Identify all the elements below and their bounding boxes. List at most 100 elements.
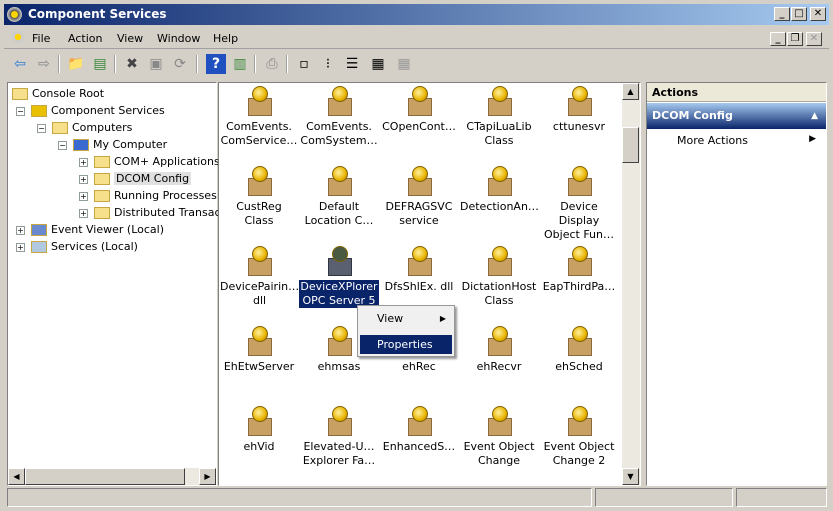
- tree-node-services-local-[interactable]: + Services (Local): [16, 239, 138, 256]
- tree-node-computers[interactable]: − Computers: [37, 120, 132, 137]
- scroll-down-button[interactable]: ▼: [622, 468, 639, 485]
- mmc-document-icon[interactable]: [12, 31, 24, 43]
- status-panel: [736, 488, 827, 507]
- child-close-button[interactable]: ✕: [806, 32, 822, 46]
- expand-icon[interactable]: +: [79, 157, 88, 167]
- list-item[interactable]: DictationHost Class: [459, 245, 539, 308]
- list-item[interactable]: cttunesvr: [539, 85, 619, 134]
- more-actions-item[interactable]: More Actions ▶: [677, 134, 822, 150]
- more-actions-label: More Actions: [677, 134, 748, 147]
- list-item[interactable]: ehVid: [219, 405, 299, 454]
- scroll-up-button[interactable]: ▲: [622, 83, 639, 100]
- child-restore-button[interactable]: ❐: [787, 32, 803, 46]
- list-item[interactable]: EapThirdPa…: [539, 245, 619, 294]
- list-item[interactable]: DeviceXPlorer OPC Server 5: [298, 245, 380, 309]
- list-item[interactable]: COpenCont…: [379, 85, 459, 134]
- list-item[interactable]: DEFRAGSVC service: [379, 165, 459, 228]
- large-icons-icon[interactable]: ▫: [294, 54, 314, 74]
- show-hide-tree-icon[interactable]: ▤: [90, 54, 110, 74]
- list-item[interactable]: Device Display Object Fun…: [539, 165, 619, 242]
- child-minimize-button[interactable]: _: [770, 32, 786, 46]
- list-item[interactable]: DfsShlEx. dll: [379, 245, 459, 294]
- collapse-icon[interactable]: −: [37, 123, 46, 133]
- tree-node-console-root[interactable]: Console Root: [12, 86, 104, 103]
- list-item[interactable]: EnhancedS…: [379, 405, 459, 454]
- expand-icon[interactable]: +: [79, 191, 88, 201]
- menu-window[interactable]: Window: [157, 32, 200, 45]
- list-item-label: Event Object Change: [463, 440, 535, 467]
- menu-view[interactable]: View: [117, 32, 143, 45]
- list-item[interactable]: DetectionAn…: [459, 165, 539, 214]
- scroll-thumb[interactable]: [622, 127, 639, 163]
- com-component-icon: [323, 165, 355, 197]
- properties-icon[interactable]: ▣: [146, 54, 166, 74]
- context-menu-properties[interactable]: Properties: [360, 335, 452, 354]
- collapse-icon[interactable]: ▲: [811, 103, 818, 129]
- expand-icon[interactable]: +: [16, 225, 25, 235]
- submenu-arrow-icon: ▶: [809, 134, 816, 144]
- list-item[interactable]: Event Object Change: [459, 405, 539, 468]
- menu-file[interactable]: File: [32, 32, 50, 45]
- list-item-label: DEFRAGSVC service: [385, 200, 453, 227]
- scroll-left-button[interactable]: ◀: [8, 468, 25, 485]
- detail-view-icon[interactable]: ▦: [368, 54, 388, 74]
- show-hide-action-pane-icon[interactable]: ▥: [230, 54, 250, 74]
- com-component-icon: [323, 85, 355, 117]
- maximize-button[interactable]: □: [791, 7, 807, 21]
- list-item[interactable]: CTapiLuaLib Class: [459, 85, 539, 148]
- list-item-label: Elevated-U… Explorer Fa…: [302, 440, 376, 467]
- expand-icon[interactable]: +: [79, 174, 88, 184]
- scroll-right-button[interactable]: ▶: [199, 468, 216, 485]
- scroll-thumb[interactable]: [25, 468, 185, 485]
- tree-node-my-computer[interactable]: − My Computer: [58, 137, 167, 154]
- list-item[interactable]: ComEvents. ComSystem…: [299, 85, 379, 148]
- actions-section-dcom-config[interactable]: DCOM Config ▲: [647, 103, 826, 129]
- small-icons-icon[interactable]: ⁝: [318, 54, 338, 74]
- minimize-button[interactable]: _: [774, 7, 790, 21]
- tree-node-distributed-transac[interactable]: + Distributed Transac: [79, 205, 221, 222]
- export-icon[interactable]: ⎙: [262, 54, 282, 74]
- list-item[interactable]: Default Location C…: [299, 165, 379, 228]
- help-icon[interactable]: ?: [206, 54, 226, 74]
- list-item[interactable]: EhEtwServer: [219, 325, 299, 374]
- list-view-icon[interactable]: ☰: [342, 54, 362, 74]
- close-button[interactable]: ✕: [810, 7, 826, 21]
- delete-icon[interactable]: ✖: [122, 54, 142, 74]
- context-menu-view[interactable]: View ▶: [360, 310, 452, 328]
- title-bar: Component Services: [4, 4, 829, 25]
- tree-node-com-applications[interactable]: + COM+ Applications: [79, 154, 220, 171]
- tree-node-dcom-config[interactable]: + DCOM Config: [79, 171, 192, 188]
- com-component-icon: [323, 325, 355, 357]
- tree-horizontal-scrollbar[interactable]: ◀ ▶: [8, 468, 216, 485]
- list-vertical-scrollbar[interactable]: ▲ ▼: [622, 83, 640, 485]
- menu-help[interactable]: Help: [213, 32, 238, 45]
- menu-action[interactable]: Action: [68, 32, 102, 45]
- list-item[interactable]: CustReg Class: [219, 165, 299, 228]
- list-item[interactable]: Elevated-U… Explorer Fa…: [299, 405, 379, 468]
- forward-icon[interactable]: ⇨: [34, 54, 54, 74]
- list-item[interactable]: DevicePairin… dll: [219, 245, 299, 308]
- com-component-icon: [483, 325, 515, 357]
- refresh-icon[interactable]: ⟳: [170, 54, 190, 74]
- tree-node-running-processes[interactable]: + Running Processes: [79, 188, 217, 205]
- list-item[interactable]: ehRecvr: [459, 325, 539, 374]
- status-view-icon[interactable]: ▦: [394, 54, 414, 74]
- expand-icon[interactable]: +: [79, 208, 88, 218]
- collapse-icon[interactable]: −: [16, 106, 25, 116]
- list-item[interactable]: ehSched: [539, 325, 619, 374]
- tree-node-event-viewer-local-[interactable]: + Event Viewer (Local): [16, 222, 164, 239]
- tree-node-component-services[interactable]: − Component Services: [16, 103, 165, 120]
- list-item[interactable]: ComEvents. ComService…: [219, 85, 299, 148]
- expand-icon[interactable]: +: [16, 242, 25, 252]
- back-icon[interactable]: ⇦: [10, 54, 30, 74]
- list-item-label: ComEvents. ComSystem…: [300, 120, 378, 147]
- list-item[interactable]: Event Object Change 2: [539, 405, 619, 468]
- folder-icon: [94, 173, 110, 185]
- com-component-icon: [563, 165, 595, 197]
- collapse-icon[interactable]: −: [58, 140, 67, 150]
- actions-header: Actions: [647, 83, 826, 102]
- tree-node-label: Distributed Transac: [114, 206, 221, 219]
- toolbar-separator: [58, 55, 60, 73]
- up-folder-icon[interactable]: 📁: [66, 54, 86, 74]
- list-item-label: ehRecvr: [476, 360, 522, 373]
